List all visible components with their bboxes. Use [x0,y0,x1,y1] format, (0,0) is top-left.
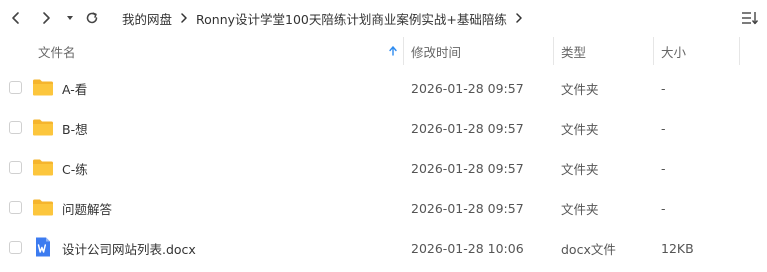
file-row[interactable]: 设计公司网站列表.docx 2026-01-28 10:06 docx文件 12… [0,228,767,268]
file-size: - [661,80,666,96]
folder-icon [33,199,53,216]
column-header-name[interactable]: 文件名 [38,37,76,65]
row-checkbox[interactable] [9,161,22,174]
file-type: 文件夹 [561,201,599,217]
file-type: 文件夹 [561,81,599,97]
column-divider[interactable] [653,37,654,65]
file-modified: 2026-01-28 09:57 [411,200,524,216]
folder-icon [33,159,53,176]
file-type: 文件夹 [561,121,599,137]
file-name: B-想 [62,121,88,137]
dropdown-icon [67,16,73,20]
word-doc-icon [36,237,50,257]
toolbar: 我的网盘 Ronny设计学堂100天陪练计划商业案例实战+基础陪练 [0,0,767,36]
file-modified: 2026-01-28 09:57 [411,160,524,176]
file-size: - [661,160,666,176]
file-row[interactable]: 问题解答 2026-01-28 09:57 文件夹 - [0,188,767,228]
sort-ascending-indicator[interactable] [389,37,397,65]
column-divider[interactable] [403,37,404,65]
file-type: 文件夹 [561,161,599,177]
file-name: A-看 [62,81,88,97]
file-name: 设计公司网站列表.docx [62,241,196,257]
column-header-size-label: 大小 [661,44,687,60]
column-header-type[interactable]: 类型 [561,37,586,65]
breadcrumb-item-current[interactable]: Ronny设计学堂100天陪练计划商业案例实战+基础陪练 [196,9,507,28]
refresh-icon [86,12,98,24]
sort-arrow-up-icon [389,46,397,56]
file-modified: 2026-01-28 10:06 [411,240,524,256]
column-header-size[interactable]: 大小 [661,37,686,65]
folder-icon [33,79,53,96]
sort-menu-button[interactable] [739,8,759,28]
sort-menu-icon [742,12,759,25]
refresh-button[interactable] [80,6,104,30]
file-modified: 2026-01-28 09:57 [411,80,524,96]
column-header: 文件名 修改时间 类型 大小 [0,37,767,65]
row-checkbox[interactable] [9,201,22,214]
column-divider[interactable] [739,37,740,65]
chevron-right-icon[interactable] [515,13,523,23]
back-button[interactable] [4,6,28,30]
file-row[interactable]: C-练 2026-01-28 09:57 文件夹 - [0,148,767,188]
folder-icon [33,119,53,136]
breadcrumb: 我的网盘 Ronny设计学堂100天陪练计划商业案例实战+基础陪练 [122,8,531,28]
file-name: C-练 [62,161,88,177]
file-row[interactable]: B-想 2026-01-28 09:57 文件夹 - [0,108,767,148]
breadcrumb-item-root[interactable]: 我的网盘 [122,9,172,28]
column-divider[interactable] [553,37,554,65]
file-type: docx文件 [561,241,616,257]
column-header-name-label: 文件名 [38,44,76,60]
file-row[interactable]: A-看 2026-01-28 09:57 文件夹 - [0,68,767,108]
back-icon [12,12,19,24]
file-size: - [661,120,666,136]
history-dropdown-button[interactable] [60,6,80,30]
row-checkbox[interactable] [9,121,22,134]
column-header-modified-label: 修改时间 [411,44,462,60]
forward-button[interactable] [34,6,58,30]
file-name: 问题解答 [62,201,113,217]
row-checkbox[interactable] [9,241,22,254]
chevron-right-icon [180,13,188,23]
row-checkbox[interactable] [9,81,22,94]
file-modified: 2026-01-28 09:57 [411,120,524,136]
column-header-modified[interactable]: 修改时间 [411,37,461,65]
file-size: 12KB [661,240,694,256]
file-size: - [661,200,666,216]
column-header-type-label: 类型 [561,44,587,60]
forward-icon [43,12,50,24]
